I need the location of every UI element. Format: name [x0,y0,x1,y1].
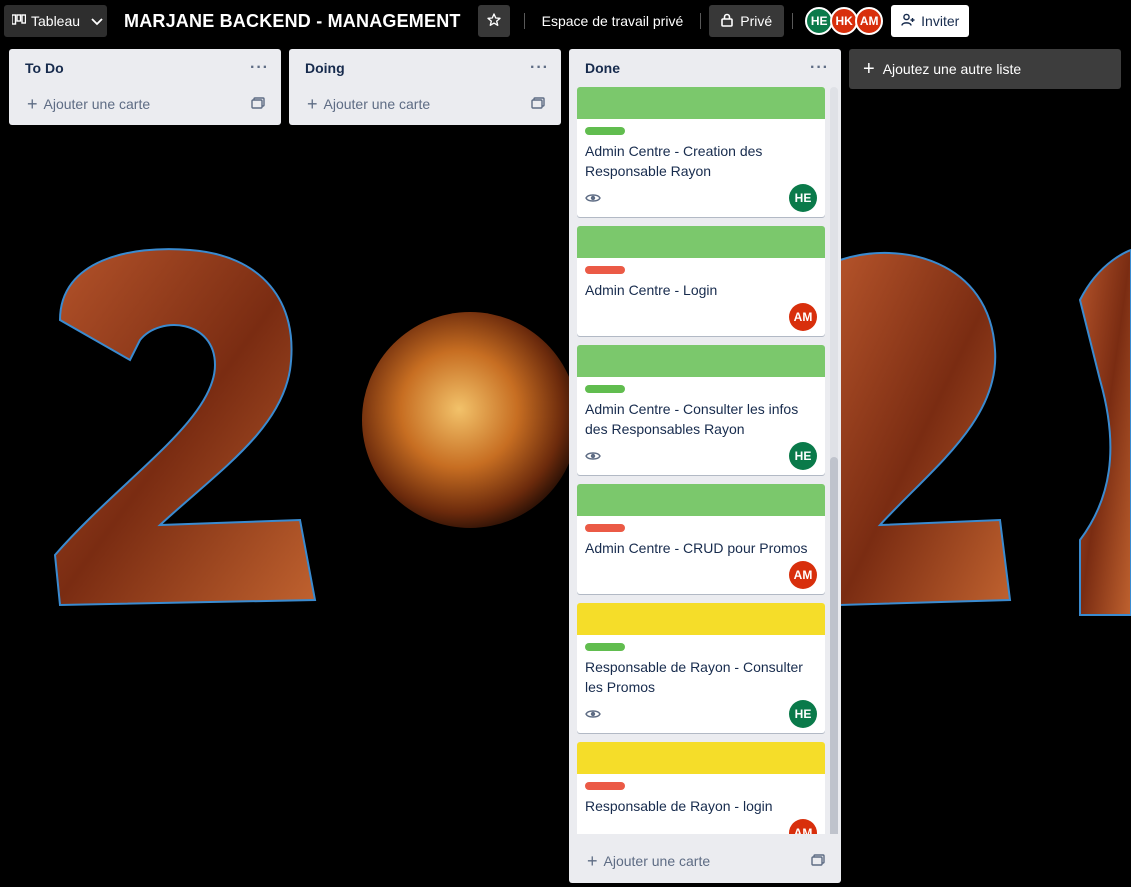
board-background [0,0,1131,887]
more-options-icon[interactable]: ··· [810,59,829,77]
avatar[interactable]: HE [789,442,817,470]
card-cover [577,484,825,516]
card-title: Admin Centre - Consulter les infos des R… [585,401,799,437]
create-from-template-icon[interactable] [531,96,545,112]
card[interactable]: Responsable de Rayon - login AM [577,742,825,834]
header-divider [523,13,525,29]
avatar[interactable]: AM [855,7,884,35]
add-list-label: Ajoutez une autre liste [882,61,1022,77]
scrollbar-thumb[interactable] [830,457,838,834]
card[interactable]: Admin Centre - Creation des Responsable … [577,87,825,217]
plus-icon: + [27,94,38,114]
chevron-down-icon [91,13,103,29]
card[interactable]: Admin Centre - Login AM [577,226,825,336]
eye-icon [585,190,601,206]
card-title: Admin Centre - Login [585,282,718,298]
list-header: Doing ··· [289,49,561,87]
add-card-label: Ajouter une carte [603,853,711,869]
earth-globe [362,312,578,528]
invite-label: Inviter [921,13,960,29]
card-label[interactable] [585,643,625,651]
invite-button[interactable]: Inviter [891,5,970,37]
star-board-button[interactable] [477,5,510,37]
avatar[interactable]: HE [789,184,817,212]
board-members: HE HK AM [805,7,884,35]
avatar[interactable]: AM [789,561,817,589]
board-header: Tableau MARJANE BACKEND - MANAGEMENT Esp… [0,0,1131,42]
card-title: Responsable de Rayon - Consulter les Pro… [585,659,803,695]
add-list-button[interactable]: + Ajoutez une autre liste [849,49,1121,89]
add-card-button[interactable]: + Ajouter une carte [297,87,553,121]
digit-two-left [53,248,317,607]
digit-two-edge [1078,248,1131,616]
avatar[interactable]: HK [830,7,859,35]
avatar[interactable]: HE [805,7,834,35]
header-divider [792,13,794,29]
star-icon [486,12,502,31]
eye-icon [585,706,601,722]
create-from-template-icon[interactable] [811,853,825,869]
add-card-button[interactable]: + Ajouter une carte [17,87,273,121]
add-card-label: Ajouter une carte [323,96,431,112]
avatar[interactable]: AM [789,303,817,331]
card-title: Responsable de Rayon - login [585,798,773,814]
add-user-icon [901,13,915,30]
list-title[interactable]: Done [585,60,620,76]
add-card-button[interactable]: + Ajouter une carte [577,844,833,878]
card-label[interactable] [585,385,625,393]
card-label[interactable] [585,127,625,135]
list-todo: To Do ··· + Ajouter une carte [9,49,281,125]
eye-icon [585,448,601,464]
list-header: Done ··· [569,49,841,87]
board-title[interactable]: MARJANE BACKEND - MANAGEMENT [124,11,461,32]
card-title: Admin Centre - CRUD pour Promos [585,540,808,556]
card-label[interactable] [585,782,625,790]
plus-icon: + [307,94,318,114]
more-options-icon[interactable]: ··· [530,59,549,77]
header-divider [700,13,702,29]
card[interactable]: Admin Centre - CRUD pour Promos AM [577,484,825,594]
visibility-label: Privé [740,13,773,29]
card[interactable]: Admin Centre - Consulter les infos des R… [577,345,825,475]
card-label[interactable] [585,266,625,274]
avatar[interactable]: HE [789,700,817,728]
lock-icon [721,13,734,30]
card-cover [577,345,825,377]
view-switcher-button[interactable]: Tableau [4,5,107,37]
view-switcher-label: Tableau [31,13,81,29]
background-art [53,248,1131,616]
list-doing: Doing ··· + Ajouter une carte [289,49,561,125]
card-title: Admin Centre - Creation des Responsable … [585,143,763,179]
plus-icon: + [587,851,598,871]
board-view-icon [11,13,27,29]
list-header: To Do ··· [9,49,281,87]
list-scrollbar[interactable] [830,87,838,834]
card-label[interactable] [585,524,625,532]
add-card-label: Ajouter une carte [43,96,151,112]
avatar[interactable]: AM [789,819,817,834]
card[interactable]: Responsable de Rayon - Consulter les Pro… [577,603,825,733]
visibility-button[interactable]: Privé [709,5,785,37]
workspace-button[interactable]: Espace de travail privé [533,5,693,37]
card-cover [577,742,825,774]
create-from-template-icon[interactable] [251,96,265,112]
list-title[interactable]: Doing [305,60,345,76]
list-done: Done ··· Admin Centre - Creation des Res… [569,49,841,883]
digit-two-right [839,251,1012,607]
card-cover [577,226,825,258]
plus-icon: + [863,58,875,80]
card-cover [577,603,825,635]
card-list: Admin Centre - Creation des Responsable … [569,87,841,834]
list-title[interactable]: To Do [25,60,64,76]
more-options-icon[interactable]: ··· [250,59,269,77]
card-cover [577,87,825,119]
